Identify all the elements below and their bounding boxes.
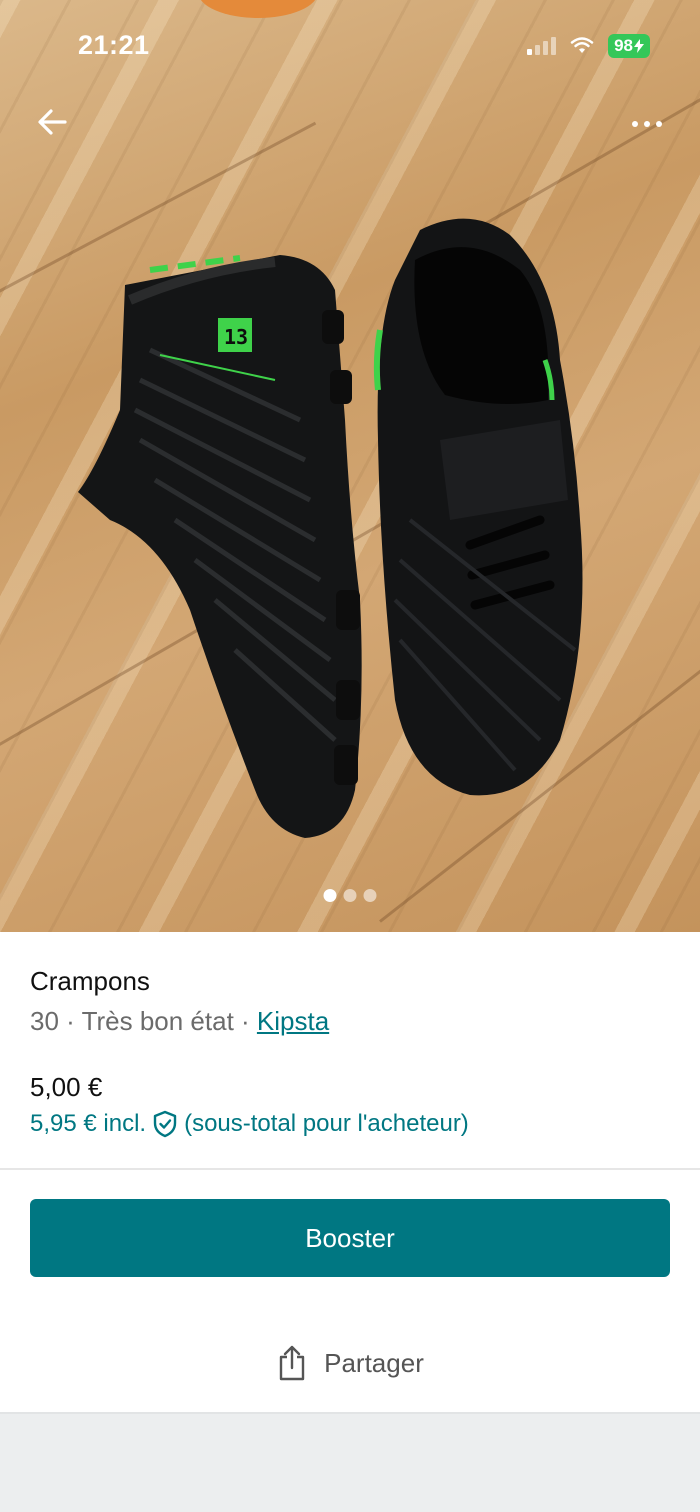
charging-bolt-icon [634, 39, 644, 53]
wifi-icon [570, 37, 594, 53]
pagination-dot[interactable] [323, 889, 337, 902]
cellular-signal-icon [527, 37, 557, 55]
buyer-protection-price[interactable]: 5,95 € incl. (sous-total pour l'acheteur… [30, 1110, 469, 1138]
status-indicators: 98 [527, 34, 650, 58]
share-button[interactable]: Partager [0, 1332, 700, 1394]
brand-link[interactable]: Kipsta [257, 1006, 329, 1036]
item-condition: Très bon état [81, 1006, 234, 1036]
svg-text:13: 13 [224, 325, 248, 349]
photo-pagination[interactable] [323, 889, 377, 902]
battery-level: 98 [614, 36, 633, 55]
item-title: Crampons [30, 966, 150, 996]
pagination-dot[interactable] [363, 889, 377, 902]
share-icon [279, 1345, 305, 1381]
more-options-button[interactable] [622, 104, 672, 144]
price-incl-value: 5,95 € incl. [30, 1110, 147, 1137]
divider [0, 1168, 700, 1170]
arrow-left-icon [38, 109, 67, 135]
booster-button[interactable]: Booster [30, 1199, 670, 1277]
shield-check-icon [153, 1110, 177, 1138]
more-dots-icon [632, 121, 638, 127]
status-time: 21:21 [78, 30, 150, 60]
bottom-section [0, 1412, 700, 1512]
shoes-image: 13 [78, 0, 583, 838]
product-photo[interactable]: 13 21:21 98 [0, 0, 700, 932]
battery-indicator: 98 [608, 34, 650, 58]
item-meta: 30 · Très bon état · Kipsta [30, 1006, 330, 1036]
pagination-dot[interactable] [343, 889, 357, 902]
price-incl-note: (sous-total pour l'acheteur) [184, 1110, 469, 1137]
share-label: Partager [324, 1347, 424, 1378]
item-size: 30 [30, 1006, 59, 1036]
back-button[interactable] [30, 100, 74, 144]
item-price: 5,00 € [30, 1072, 103, 1102]
